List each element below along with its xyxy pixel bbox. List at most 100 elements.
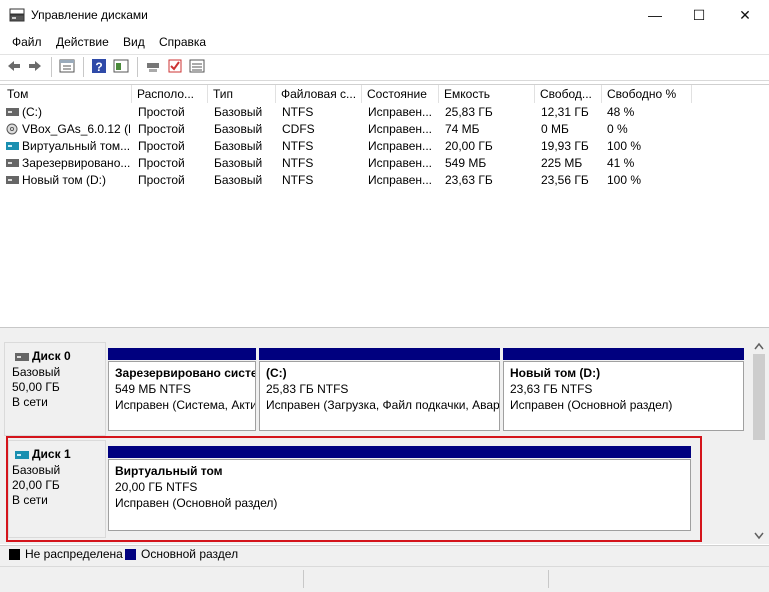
column-header-volume[interactable]: Том [2, 85, 132, 103]
legend-primary-label: Основной раздел [141, 547, 239, 561]
maximize-button[interactable]: ☐ [676, 0, 722, 30]
table-row[interactable]: Виртуальный том... Простой Базовый NTFS … [0, 138, 700, 155]
cell-volume: Зарезервировано... [22, 156, 130, 170]
disk-icon [15, 353, 29, 361]
table-row[interactable]: Новый том (D:) Простой Базовый NTFS Испр… [0, 172, 700, 189]
show-hide-icon[interactable] [113, 58, 129, 74]
partition-name: (C:) [266, 366, 287, 380]
cell-layout: Простой [138, 122, 185, 136]
cell-status: Исправен... [368, 122, 433, 136]
toolbar-separator [137, 57, 138, 77]
cell-capacity: 74 МБ [445, 122, 480, 136]
scroll-thumb[interactable] [753, 354, 765, 440]
cell-filesystem: NTFS [282, 156, 314, 170]
menu-file[interactable]: Файл [12, 35, 42, 49]
cell-type: Базовый [214, 122, 263, 136]
cell-capacity: 25,83 ГБ [445, 105, 493, 119]
disk-0-status: В сети [12, 395, 48, 409]
column-header-free-percent[interactable]: Свободно % [602, 85, 692, 103]
menu-help[interactable]: Справка [159, 35, 206, 49]
partition-size: 25,83 ГБ NTFS [266, 382, 349, 396]
partition-d[interactable]: Новый том (D:) 23,63 ГБ NTFS Исправен (О… [503, 361, 744, 431]
legend-unallocated-label: Не распределена [25, 547, 123, 561]
menu-bar [0, 31, 769, 53]
partition-reserved[interactable]: Зарезервировано систе 549 МБ NTFS Исправ… [108, 361, 256, 431]
drive-icon [6, 159, 19, 167]
connect-icon[interactable] [145, 58, 161, 74]
back-arrow-icon[interactable] [6, 58, 22, 74]
cell-filesystem: NTFS [282, 173, 314, 187]
cell-type: Базовый [214, 173, 263, 187]
partition-c[interactable]: (C:) 25,83 ГБ NTFS Исправен (Загрузка, Ф… [259, 361, 500, 431]
cell-free-percent: 0 % [607, 122, 628, 136]
partition-status: Исправен (Загрузка, Файл подкачки, Авар [266, 398, 500, 412]
toolbar-separator [83, 57, 84, 77]
cell-free-percent: 100 % [607, 139, 642, 153]
cell-capacity: 23,63 ГБ [445, 173, 493, 187]
legend-unallocated-swatch [9, 549, 20, 560]
cell-volume: (C:) [22, 105, 42, 119]
partition-status: Исправен (Система, Акти [115, 398, 256, 412]
cell-free-percent: 41 % [607, 156, 635, 170]
disk-0-type: Базовый [12, 365, 61, 379]
properties-icon[interactable] [59, 58, 75, 74]
svg-text:?: ? [95, 60, 102, 74]
column-header-free[interactable]: Свобод... [535, 85, 602, 103]
cell-type: Базовый [214, 156, 263, 170]
status-separator [548, 570, 549, 588]
column-header-layout[interactable]: Располо... [132, 85, 208, 103]
status-separator [303, 570, 304, 588]
cell-free: 19,93 ГБ [541, 139, 589, 153]
partition-bar [259, 348, 500, 360]
cell-filesystem: CDFS [282, 122, 315, 136]
legend-primary-swatch [125, 549, 136, 560]
column-header-status[interactable]: Состояние [362, 85, 439, 103]
menu-view[interactable]: Вид [123, 35, 145, 49]
table-row[interactable]: Зарезервировано... Простой Базовый NTFS … [0, 155, 700, 172]
partition-name: Зарезервировано систе [115, 366, 256, 380]
table-row[interactable]: (C:) Простой Базовый NTFS Исправен... 25… [0, 104, 700, 121]
drive-blue-icon [6, 142, 19, 150]
cell-volume: Новый том (D:) [22, 173, 106, 187]
help-icon[interactable]: ? [91, 58, 107, 74]
list-icon[interactable] [189, 58, 205, 74]
disk-0-size: 50,00 ГБ [12, 380, 60, 394]
partition-name: Новый том (D:) [510, 366, 601, 380]
table-row[interactable]: VBox_GAs_6.0.12 (E:) Простой Базовый CDF… [0, 121, 700, 138]
window-title: Управление дисками [31, 8, 148, 22]
scroll-up-icon[interactable] [754, 342, 764, 350]
cell-status: Исправен... [368, 173, 433, 187]
cell-layout: Простой [138, 156, 185, 170]
menu-action[interactable]: Действие [56, 35, 109, 49]
cell-status: Исправен... [368, 105, 433, 119]
cell-type: Базовый [214, 139, 263, 153]
column-header-type[interactable]: Тип [208, 85, 276, 103]
cell-volume: Виртуальный том... [22, 139, 130, 153]
column-header-capacity[interactable]: Емкость [439, 85, 535, 103]
close-button[interactable]: ✕ [722, 0, 768, 30]
cell-filesystem: NTFS [282, 105, 314, 119]
cell-free: 225 МБ [541, 156, 583, 170]
scroll-down-icon[interactable] [754, 532, 764, 540]
partition-size: 549 МБ NTFS [115, 382, 191, 396]
drive-icon [6, 176, 19, 184]
cell-free-percent: 48 % [607, 105, 635, 119]
partition-bar [503, 348, 744, 360]
cell-filesystem: NTFS [282, 139, 314, 153]
drive-icon [6, 108, 19, 116]
cdrom-icon [6, 123, 18, 135]
cell-capacity: 20,00 ГБ [445, 139, 493, 153]
column-header-filesystem[interactable]: Файловая с... [276, 85, 362, 103]
disk-management-app-icon [9, 8, 25, 22]
cell-layout: Простой [138, 105, 185, 119]
check-icon[interactable] [167, 58, 183, 74]
vertical-scrollbar[interactable] [750, 338, 768, 544]
cell-layout: Простой [138, 173, 185, 187]
cell-free: 12,31 ГБ [541, 105, 589, 119]
disk-0-label[interactable]: Диск 0 Базовый 50,00 ГБ В сети [4, 342, 106, 436]
disk-0-name: Диск 0 [32, 349, 71, 363]
cell-free-percent: 100 % [607, 173, 642, 187]
partition-status: Исправен (Основной раздел) [510, 398, 673, 412]
minimize-button[interactable]: — [632, 0, 678, 30]
forward-arrow-icon[interactable] [27, 58, 43, 74]
